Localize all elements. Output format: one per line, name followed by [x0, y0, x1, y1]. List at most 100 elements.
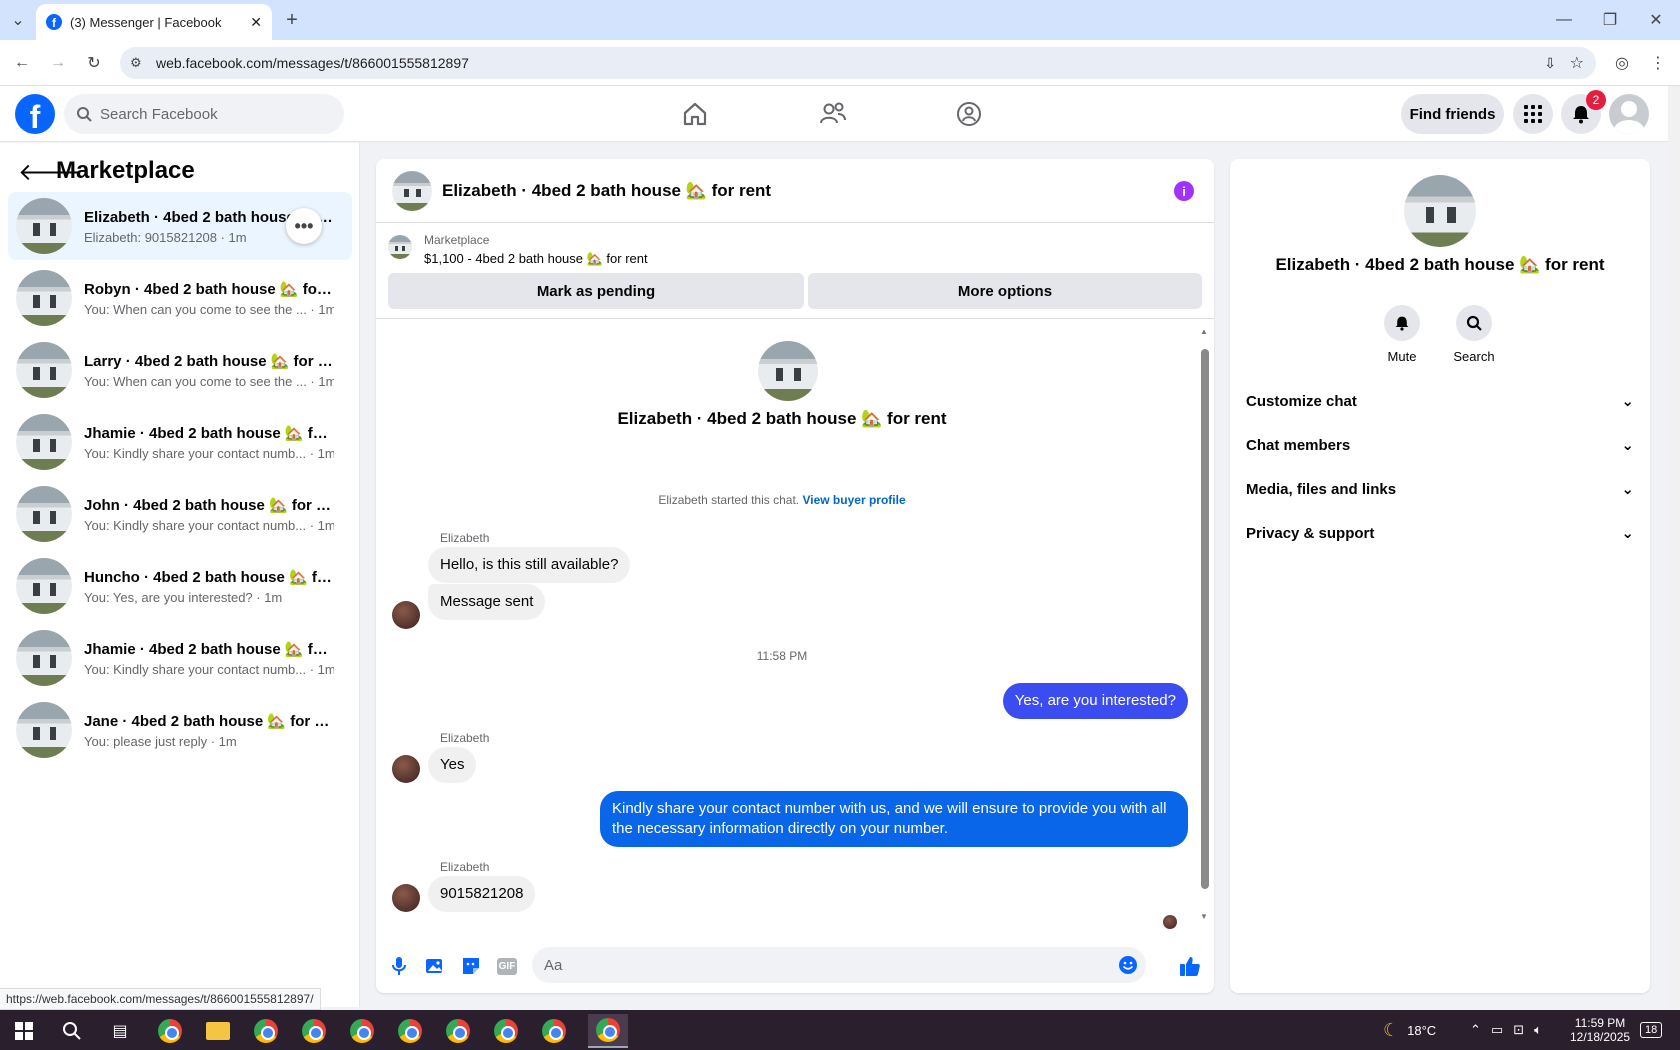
search-in-conversation-button[interactable]: Search: [1444, 305, 1504, 364]
install-icon[interactable]: ⇩: [1544, 55, 1556, 72]
friends-icon[interactable]: [813, 94, 853, 134]
chrome-taskbar-icon[interactable]: [342, 1014, 382, 1048]
facebook-logo-icon[interactable]: f: [15, 94, 55, 134]
conversation-avatar: [16, 486, 72, 542]
message-bubble-incoming[interactable]: Hello, is this still available?: [428, 547, 631, 583]
house-window: [49, 223, 57, 236]
conversation-item[interactable]: Jhamie · 4bed 2 bath house 🏡 for rent You…: [8, 624, 352, 692]
message-input[interactable]: Aa: [532, 947, 1146, 983]
find-friends-button[interactable]: Find friends: [1401, 94, 1504, 134]
chrome-taskbar-icon[interactable]: [486, 1014, 526, 1048]
listing-thumbnail[interactable]: [388, 235, 412, 259]
show-hidden-icons-icon[interactable]: ⌃: [1470, 1022, 1481, 1038]
elizabeth-avatar[interactable]: [392, 601, 420, 629]
thumbs-up-icon[interactable]: [1179, 955, 1201, 977]
chrome-taskbar-icon[interactable]: [534, 1014, 574, 1048]
clock-date: 12/18/2025: [1570, 1030, 1631, 1044]
conversation-item[interactable]: Larry · 4bed 2 bath house 🏡 for rent You:…: [8, 336, 352, 404]
elizabeth-avatar[interactable]: [392, 884, 420, 912]
scroll-thumb[interactable]: [1201, 349, 1209, 889]
task-view-icon[interactable]: ▤: [100, 1014, 140, 1048]
mute-button[interactable]: Mute: [1372, 305, 1432, 364]
chrome-taskbar-icon[interactable]: [390, 1014, 430, 1048]
menu-kebab-icon[interactable]: ⋮: [1644, 49, 1672, 77]
more-options-button[interactable]: More options: [808, 273, 1202, 309]
message-bubble-incoming[interactable]: 9015821208: [428, 876, 536, 912]
volume-icon[interactable]: 🔈︎: [1534, 1022, 1542, 1038]
chat-title[interactable]: Elizabeth · 4bed 2 bath house 🏡 for rent: [442, 181, 771, 201]
mark-as-pending-button[interactable]: Mark as pending: [388, 273, 804, 309]
gif-icon[interactable]: GIF: [496, 955, 518, 977]
view-buyer-profile-link[interactable]: View buyer profile: [802, 493, 905, 507]
close-tab-icon[interactable]: ✕: [250, 14, 262, 31]
forward-icon[interactable]: →: [44, 49, 72, 77]
sticker-icon[interactable]: [460, 955, 482, 977]
media-files-links-row[interactable]: Media, files and links ⌄: [1246, 469, 1634, 509]
site-info-icon[interactable]: ⚙: [130, 55, 142, 71]
chevron-down-icon: ⌄: [1621, 393, 1634, 410]
started-text: Elizabeth started this chat.: [658, 493, 800, 507]
info-icon[interactable]: i: [1174, 181, 1194, 201]
seen-receipt-avatar: [1163, 915, 1177, 929]
restore-icon[interactable]: ❐: [1596, 6, 1624, 34]
conversation-name: Larry · 4bed 2 bath house 🏡 for rent: [84, 352, 334, 370]
message-composer: GIF Aa: [376, 939, 1214, 993]
notification-badge: 2: [1586, 90, 1606, 110]
chrome-taskbar-icon-active[interactable]: [588, 1014, 628, 1048]
new-tab-icon[interactable]: +: [278, 6, 306, 34]
conversation-item[interactable]: Jhamie · 4bed 2 bath house 🏡 for rent You…: [8, 408, 352, 476]
scroll-up-arrow-icon[interactable]: ▲: [1200, 327, 1208, 336]
taskbar-search-icon[interactable]: [52, 1014, 92, 1048]
account-avatar[interactable]: [1609, 94, 1649, 134]
photo-icon[interactable]: [424, 955, 446, 977]
privacy-support-row[interactable]: Privacy & support ⌄: [1246, 513, 1634, 553]
clock[interactable]: 11:59 PM 12/18/2025: [1570, 1010, 1630, 1050]
chrome-taskbar-icon[interactable]: [150, 1014, 190, 1048]
chat-header-avatar[interactable]: [392, 170, 432, 211]
emoji-icon[interactable]: [1118, 955, 1138, 975]
minimize-icon[interactable]: —: [1550, 6, 1578, 34]
message-bubble-incoming[interactable]: Yes: [428, 747, 477, 783]
listing-price-title[interactable]: $1,100 - 4bed 2 bath house 🏡 for rent: [424, 251, 648, 267]
weather-widget[interactable]: ☾ 18°C: [1383, 1010, 1436, 1050]
info-panel-avatar[interactable]: [1404, 175, 1476, 247]
chrome-taskbar-icon[interactable]: [438, 1014, 478, 1048]
conversation-item[interactable]: Huncho · 4bed 2 bath house 🏡 for rent You…: [8, 552, 352, 620]
close-window-icon[interactable]: ✕: [1642, 6, 1670, 34]
page-scrollbar[interactable]: [1668, 86, 1680, 1008]
conversation-item[interactable]: John · 4bed 2 bath house 🏡 for rent You: …: [8, 480, 352, 548]
url-input[interactable]: ⚙ web.facebook.com/messages/t/8660015558…: [120, 47, 1596, 79]
tab-search-icon[interactable]: ⌄: [4, 6, 32, 34]
sender-name: Elizabeth: [440, 731, 490, 745]
conversation-item[interactable]: Robyn · 4bed 2 bath house 🏡 for rent You:…: [8, 264, 352, 332]
message-bubble-incoming[interactable]: Message sent: [428, 584, 546, 620]
home-icon[interactable]: [675, 94, 715, 134]
conversation-item[interactable]: Jane · 4bed 2 bath house 🏡 for rent You: …: [8, 696, 352, 764]
chat-members-row[interactable]: Chat members ⌄: [1246, 425, 1634, 465]
message-bubble-outgoing[interactable]: Kindly share your contact number with us…: [600, 791, 1188, 847]
back-icon[interactable]: ←: [8, 49, 36, 77]
bookmark-star-icon[interactable]: ☆: [1570, 53, 1584, 73]
microphone-icon[interactable]: [388, 955, 410, 977]
chrome-taskbar-icon[interactable]: [294, 1014, 334, 1048]
file-explorer-icon[interactable]: [198, 1014, 238, 1048]
windows-start-icon[interactable]: [4, 1014, 44, 1048]
customize-chat-row[interactable]: Customize chat ⌄: [1246, 381, 1634, 421]
weather-moon-icon: ☾: [1383, 1019, 1400, 1040]
menu-grid-icon[interactable]: [1513, 94, 1553, 134]
facebook-search-input[interactable]: Search Facebook: [64, 94, 344, 134]
sender-name: Elizabeth: [440, 531, 490, 545]
network-icon[interactable]: ⊡: [1513, 1022, 1524, 1038]
profile-icon[interactable]: ◎: [1608, 49, 1636, 77]
thread-scrollbar[interactable]: ▲ ▼: [1198, 327, 1210, 921]
scroll-down-arrow-icon[interactable]: ▼: [1200, 912, 1208, 921]
elizabeth-avatar[interactable]: [392, 755, 420, 783]
reload-icon[interactable]: ↻: [80, 49, 108, 77]
display-icon[interactable]: ▭: [1491, 1022, 1503, 1038]
conversation-more-options-button[interactable]: •••: [286, 208, 322, 244]
message-bubble-outgoing[interactable]: Yes, are you interested?: [1002, 683, 1188, 719]
chrome-taskbar-icon[interactable]: [246, 1014, 286, 1048]
notification-center[interactable]: 18: [1640, 1010, 1663, 1050]
browser-tab[interactable]: f (3) Messenger | Facebook ✕: [36, 4, 272, 40]
groups-icon[interactable]: [949, 94, 989, 134]
